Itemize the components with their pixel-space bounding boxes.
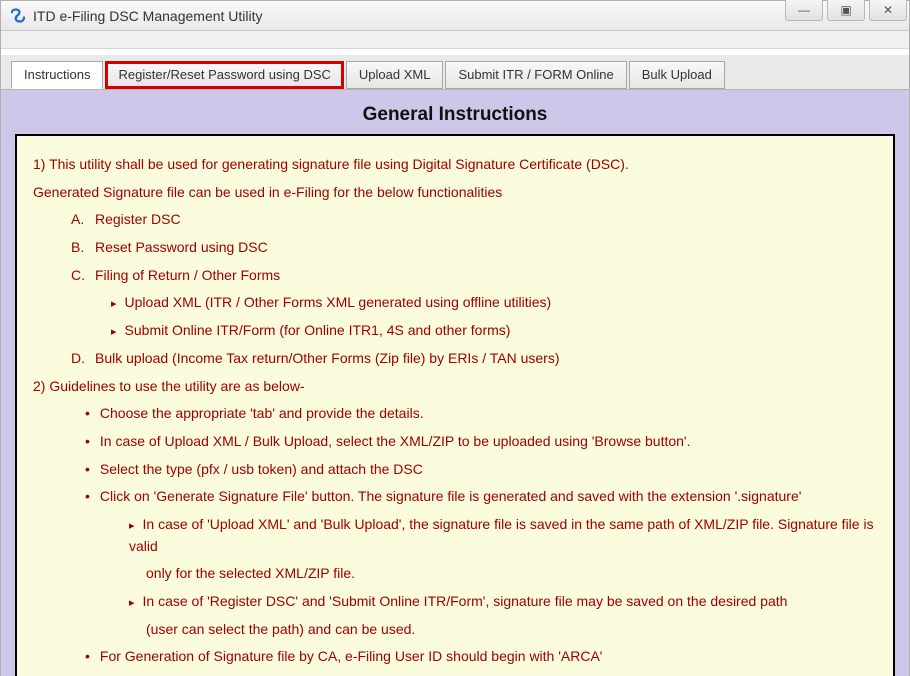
list-text: Select the type (pfx / usb token) and at… [100, 461, 423, 477]
list-text: Submit Online ITR/Form (for Online ITR1,… [125, 322, 511, 338]
close-button[interactable]: ✕ [869, 0, 907, 21]
list-text: Click on 'Generate Signature File' butto… [100, 488, 802, 504]
guideline-subitem: In case of 'Register DSC' and 'Submit On… [33, 591, 877, 613]
app-icon [9, 7, 27, 25]
instruction-item: A.Register DSC [33, 209, 877, 231]
guideline-item: Choose the appropriate 'tab' and provide… [33, 403, 877, 425]
list-marker: D. [71, 348, 95, 370]
minimize-icon: — [798, 3, 810, 17]
guideline-item: Click on 'Generate Signature File' butto… [33, 486, 877, 508]
list-text: For Generation of Signature file by CA, … [100, 648, 603, 664]
instruction-line: 2) Guidelines to use the utility are as … [33, 376, 877, 398]
titlebar: ITD e-Filing DSC Management Utility — ▣ … [1, 1, 909, 31]
list-text: Choose the appropriate 'tab' and provide… [100, 405, 424, 421]
tab-instructions[interactable]: Instructions [11, 61, 103, 89]
instruction-item: C.Filing of Return / Other Forms [33, 265, 877, 287]
instruction-subitem: Upload XML (ITR / Other Forms XML genera… [33, 292, 877, 314]
instruction-subitem: Submit Online ITR/Form (for Online ITR1,… [33, 320, 877, 342]
list-text: In case of 'Upload XML' and 'Bulk Upload… [129, 516, 874, 554]
instruction-item: D.Bulk upload (Income Tax return/Other F… [33, 348, 877, 370]
tab-label: Register/Reset Password using DSC [118, 67, 330, 82]
instruction-item: B.Reset Password using DSC [33, 237, 877, 259]
browser-chrome [1, 31, 909, 49]
guideline-subitem-cont: only for the selected XML/ZIP file. [33, 563, 877, 585]
list-text: Register DSC [95, 211, 181, 227]
tab-label: Instructions [24, 67, 90, 82]
list-marker: B. [71, 237, 95, 259]
tab-label: Upload XML [359, 67, 431, 82]
list-marker: A. [71, 209, 95, 231]
list-text: In case of 'Register DSC' and 'Submit On… [143, 593, 788, 609]
list-text: Reset Password using DSC [95, 239, 268, 255]
tab-register-reset-password[interactable]: Register/Reset Password using DSC [105, 61, 343, 89]
tab-bar: Instructions Register/Reset Password usi… [1, 55, 909, 90]
list-text: In case of Upload XML / Bulk Upload, sel… [100, 433, 691, 449]
close-icon: ✕ [883, 3, 893, 17]
list-text: Upload XML (ITR / Other Forms XML genera… [125, 294, 552, 310]
tab-submit-itr-form-online[interactable]: Submit ITR / FORM Online [445, 61, 626, 89]
guideline-subitem: In case of 'Upload XML' and 'Bulk Upload… [33, 514, 877, 557]
tab-label: Submit ITR / FORM Online [458, 67, 613, 82]
maximize-button[interactable]: ▣ [827, 0, 865, 21]
list-text: Bulk upload (Income Tax return/Other For… [95, 350, 559, 366]
instruction-line: Generated Signature file can be used in … [33, 182, 877, 204]
window-title: ITD e-Filing DSC Management Utility [33, 8, 263, 24]
tab-upload-xml[interactable]: Upload XML [346, 61, 444, 89]
guideline-item: Select the type (pfx / usb token) and at… [33, 459, 877, 481]
minimize-button[interactable]: — [785, 0, 823, 21]
instruction-line: 1) This utility shall be used for genera… [33, 154, 877, 176]
guideline-item: For Generation of Signature file by CA, … [33, 646, 877, 668]
list-text: Filing of Return / Other Forms [95, 267, 280, 283]
content-area: General Instructions 1) This utility sha… [1, 90, 909, 676]
window-controls: — ▣ ✕ [781, 0, 907, 21]
guideline-item: In case of Upload XML / Bulk Upload, sel… [33, 431, 877, 453]
guideline-subitem-cont: (user can select the path) and can be us… [33, 619, 877, 641]
page-heading: General Instructions [15, 100, 895, 134]
tab-bulk-upload[interactable]: Bulk Upload [629, 61, 725, 89]
tab-label: Bulk Upload [642, 67, 712, 82]
list-text: only for the selected XML/ZIP file. [146, 565, 355, 581]
list-marker: C. [71, 265, 95, 287]
maximize-icon: ▣ [840, 3, 851, 17]
list-text: (user can select the path) and can be us… [146, 621, 415, 637]
application-window: ITD e-Filing DSC Management Utility — ▣ … [0, 0, 910, 676]
instruction-panel: 1) This utility shall be used for genera… [15, 134, 895, 676]
